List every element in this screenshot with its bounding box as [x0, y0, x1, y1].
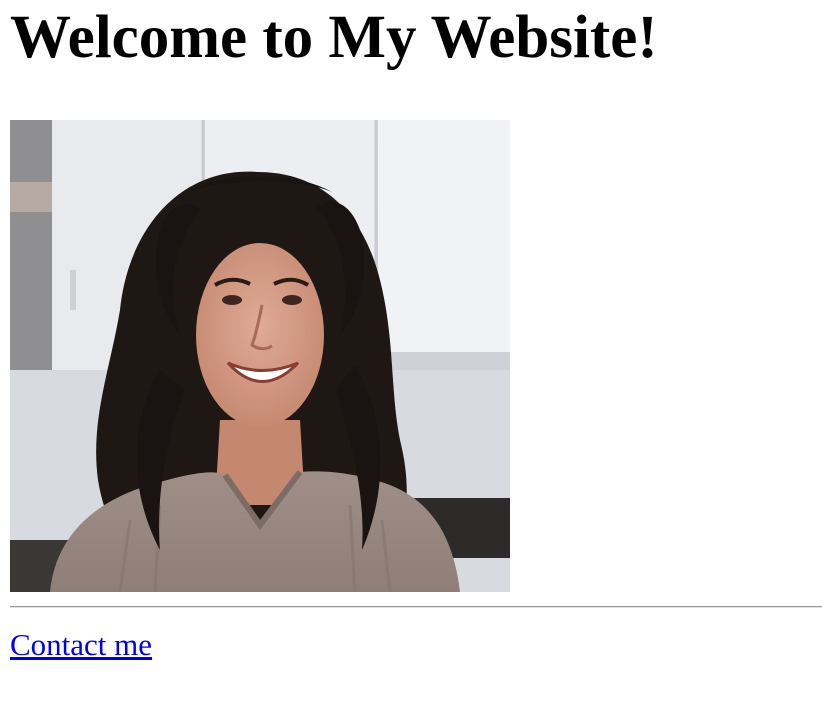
- profile-photo: [10, 120, 510, 592]
- contact-me-link[interactable]: Contact me: [10, 627, 152, 663]
- page-title: Welcome to My Website!: [10, 4, 658, 71]
- horizontal-divider: [10, 606, 822, 608]
